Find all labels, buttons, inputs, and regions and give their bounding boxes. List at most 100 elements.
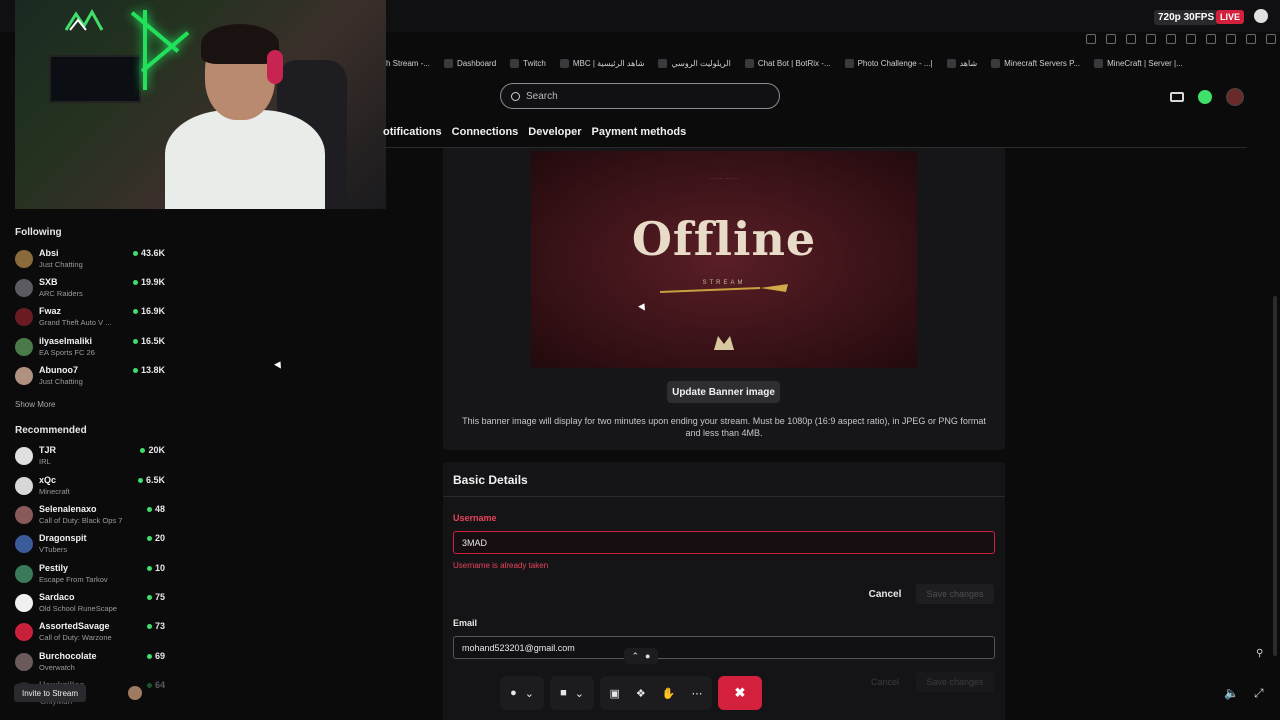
chevron-up-icon: ⌃ xyxy=(631,650,640,661)
username-label: Username xyxy=(453,513,497,523)
bookmark-item[interactable]: Minecraft Servers P... xyxy=(991,58,1080,68)
chat-bubble-icon[interactable] xyxy=(1254,9,1268,23)
tab-payment-methods[interactable]: Payment methods xyxy=(592,126,687,138)
channel-item[interactable]: SXB ARC Raiders 19.9K xyxy=(15,275,165,301)
channel-item[interactable]: AssortedSavage Call of Duty: Warzone 73 xyxy=(15,619,165,645)
close-icon: ✖ xyxy=(734,685,746,700)
username-field[interactable] xyxy=(453,531,995,554)
channel-avatar xyxy=(15,477,33,495)
cancel-button[interactable]: Cancel xyxy=(862,585,908,603)
bookmark-item[interactable]: Dashboard xyxy=(444,58,496,68)
following-heading: Following xyxy=(15,227,62,238)
bookmark-item[interactable]: شاهد xyxy=(946,58,977,68)
call-controls: ● ⌄ ■ ⌄ ▣ ❖ ✋ ⋯ ✖ xyxy=(500,676,782,710)
show-more-link[interactable]: Show More xyxy=(15,400,55,409)
email-label: Email xyxy=(453,618,478,628)
channel-avatar xyxy=(15,308,33,326)
fullscreen-icon[interactable]: ⤢ xyxy=(1254,686,1264,701)
xbox-icon[interactable] xyxy=(1198,90,1212,104)
shield-icon[interactable] xyxy=(1246,34,1256,44)
apps-icon[interactable]: ❖ xyxy=(636,687,646,700)
camera-icon[interactable] xyxy=(1126,34,1136,44)
update-banner-button[interactable]: Update Banner image xyxy=(667,381,780,403)
live-dot xyxy=(140,448,146,454)
email-field[interactable] xyxy=(453,636,995,659)
settings-icon[interactable] xyxy=(1266,34,1276,44)
channel-item[interactable]: Selenalenaxo Call of Duty: Black Ops 7 4… xyxy=(15,502,165,528)
live-dot xyxy=(146,507,152,513)
broomstick-icon xyxy=(660,284,788,293)
expand-controls-button[interactable]: ⌃ ● xyxy=(624,648,658,664)
video-icon[interactable] xyxy=(1170,92,1184,102)
stream-quality-badge: 720p 30FPS xyxy=(1154,10,1219,25)
mouse-cursor-icon xyxy=(274,359,284,369)
channel-avatar xyxy=(15,506,33,524)
channel-item[interactable]: Dragonspit VTubers 20 xyxy=(15,531,165,557)
extension-icon[interactable] xyxy=(1106,34,1116,44)
live-dot xyxy=(146,536,152,542)
channel-item[interactable]: Burchocolate Overwatch 69 xyxy=(15,649,165,675)
email-cancel-button[interactable]: Cancel xyxy=(862,673,908,691)
neon-light xyxy=(130,11,180,53)
recommended-heading: Recommended xyxy=(15,425,87,436)
channel-avatar xyxy=(15,535,33,553)
bookmark-item[interactable]: MBC | شاهد الرئيسية xyxy=(559,58,644,68)
camera-off-button[interactable]: ■ ⌄ xyxy=(550,676,594,710)
basic-details-title: Basic Details xyxy=(453,473,528,487)
invite-to-stream-button[interactable]: Invite to Stream xyxy=(14,684,86,702)
live-dot xyxy=(146,624,152,630)
channel-item[interactable]: Pestily Escape From Tarkov 10 xyxy=(15,561,165,587)
bookmark-item[interactable]: Chat Bot | BotRix -... xyxy=(744,58,831,68)
collection-icon[interactable] xyxy=(1206,34,1216,44)
mute-icon[interactable]: 🔈 xyxy=(1224,686,1239,700)
channel-item[interactable]: Sardaco Old School RuneScape 75 xyxy=(15,590,165,616)
wallet-icon[interactable] xyxy=(1186,34,1196,44)
bookmark-item[interactable]: MineCraft | Server |... xyxy=(1094,58,1183,68)
call-actions-group: ▣ ❖ ✋ ⋯ xyxy=(600,676,712,710)
live-badge: LIVE xyxy=(1216,10,1245,24)
email-save-button[interactable]: Save changes xyxy=(916,672,994,692)
live-dot xyxy=(132,251,138,257)
channel-item[interactable]: Fwaz Grand Theft Auto V ... 16.9K xyxy=(15,304,165,330)
minecraft-icon xyxy=(1094,58,1104,68)
save-changes-button[interactable]: Save changes xyxy=(916,584,994,604)
bookmark-item[interactable]: h Stream -... xyxy=(386,59,430,68)
reaction-icon[interactable]: ✋ xyxy=(662,687,676,700)
microphone-button[interactable]: ● ⌄ xyxy=(500,676,544,710)
end-stream-button[interactable]: ✖ xyxy=(718,676,762,710)
channel-item[interactable]: ilyaselmaliki EA Sports FC 26 16.5K xyxy=(15,334,165,360)
avatar[interactable] xyxy=(1226,88,1244,106)
channel-item[interactable]: TJR IRL 20K xyxy=(15,443,165,469)
channel-avatar xyxy=(15,367,33,385)
search-input[interactable] xyxy=(526,90,766,102)
triangle-icon[interactable] xyxy=(1226,34,1236,44)
bookmark-icon[interactable] xyxy=(1086,34,1096,44)
avatar[interactable] xyxy=(128,686,142,700)
tab-notifications[interactable]: otifications xyxy=(383,126,442,138)
page-scrollbar[interactable] xyxy=(1273,296,1277,656)
more-icon[interactable]: ⋯ xyxy=(691,687,702,700)
bookmark-item[interactable]: Twitch xyxy=(510,58,546,68)
tab-developer[interactable]: Developer xyxy=(528,126,581,138)
bookmark-item[interactable]: الريلوليت الروسي xyxy=(658,58,731,68)
sidebar-icon[interactable] xyxy=(1166,34,1176,44)
banner-small-text: · · · · · · · · · · · · xyxy=(709,176,739,181)
live-dot xyxy=(137,478,143,484)
channel-avatar xyxy=(15,623,33,641)
zoom-icon[interactable]: ⚲ xyxy=(1256,648,1263,659)
channel-item[interactable]: Abunoo7 Just Chatting 13.8K xyxy=(15,363,165,389)
username-error-message: Username is already taken xyxy=(453,561,549,570)
globe-icon xyxy=(991,58,1001,68)
share-screen-icon[interactable]: ▣ xyxy=(610,687,620,700)
photo-icon xyxy=(844,58,854,68)
channel-avatar xyxy=(15,250,33,268)
channel-item[interactable]: xQc Minecraft 6.5K xyxy=(15,473,165,499)
tab-connections[interactable]: Connections xyxy=(452,126,519,138)
headset xyxy=(267,50,283,84)
bookmark-item[interactable]: Photo Challenge - ...| xyxy=(844,58,933,68)
browser-toolbar-icons xyxy=(1086,34,1280,44)
music-icon[interactable] xyxy=(1146,34,1156,44)
search-bar[interactable] xyxy=(500,83,780,109)
channel-item[interactable]: Absi Just Chatting 43.6K xyxy=(15,246,165,272)
live-dot xyxy=(132,339,138,345)
